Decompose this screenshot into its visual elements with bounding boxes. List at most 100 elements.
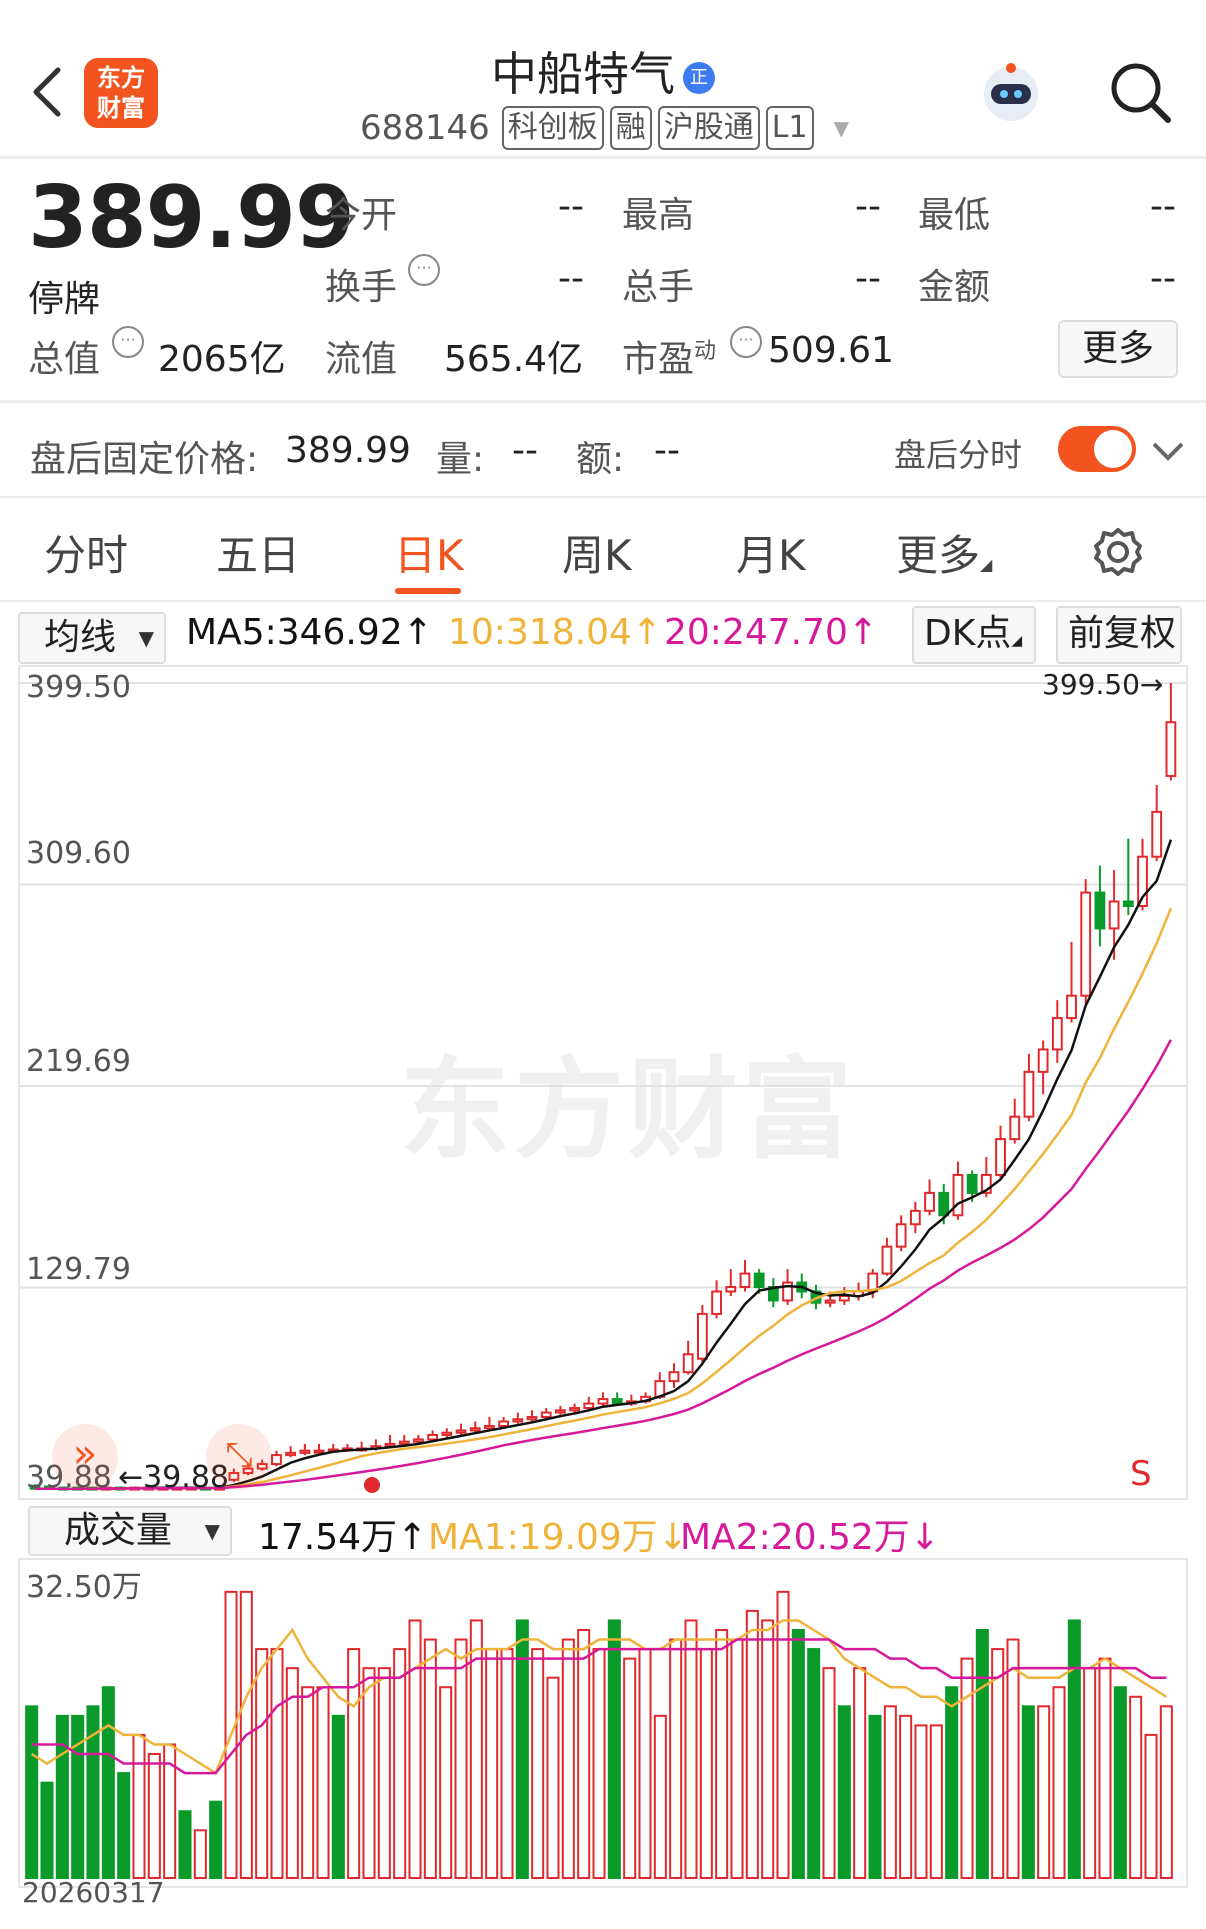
volume-bar <box>117 1772 131 1879</box>
volume-bar <box>807 1648 821 1879</box>
turnover-value: -- <box>558 258 584 299</box>
sell-signal: S <box>1130 1454 1152 1494</box>
volume-bar <box>301 1686 315 1879</box>
volume-bar <box>653 1714 667 1879</box>
y-tick-label: 399.50 <box>26 670 131 705</box>
candle-body <box>966 1173 978 1194</box>
event-dot <box>364 1477 380 1493</box>
tab-more[interactable]: 更多◢ <box>896 522 992 583</box>
total-cap-value: 2065亿 <box>158 339 286 380</box>
candle-body <box>838 1294 850 1302</box>
volume-bar <box>101 1686 115 1879</box>
more-button[interactable]: 更多 <box>1058 320 1178 378</box>
candle-body <box>583 1402 595 1410</box>
after-hours-vol-label: 量: <box>436 439 485 480</box>
tab-timeshare[interactable]: 分时 <box>44 522 128 583</box>
after-hours-toggle[interactable] <box>1058 426 1136 472</box>
candle-body <box>1165 721 1177 778</box>
volume-bar <box>592 1648 606 1879</box>
volume-bar <box>393 1648 407 1879</box>
candle-body <box>938 1191 950 1217</box>
vol-ma1-readout: MA1:19.09万↓ <box>428 1517 688 1558</box>
volume-bar <box>362 1667 376 1880</box>
chevron-down-icon[interactable] <box>1150 436 1186 466</box>
volume-bar <box>822 1667 836 1880</box>
candle-body <box>924 1191 935 1212</box>
volume-bar <box>730 1638 744 1879</box>
candle-body <box>271 1454 282 1466</box>
candle-body <box>909 1209 921 1226</box>
volume-bar <box>669 1638 683 1879</box>
tab-weekly-k[interactable]: 周K <box>562 522 632 583</box>
float-cap-value: 565.4亿 <box>444 339 584 380</box>
tab-monthly-k[interactable]: 月K <box>736 522 806 583</box>
dk-point-button[interactable]: DK点◢ <box>912 606 1036 664</box>
volume-bar <box>945 1686 959 1879</box>
dropdown-icon[interactable]: ▼ <box>834 116 849 140</box>
candle-body <box>1151 810 1163 858</box>
volume-bar <box>929 1724 943 1879</box>
volume-bar <box>975 1629 989 1879</box>
volume-bar <box>1083 1667 1097 1880</box>
turnover-label: 换手 <box>325 267 398 308</box>
volume-bar <box>776 1590 790 1879</box>
settings-gear-icon[interactable] <box>1092 526 1144 578</box>
adjust-button[interactable]: 前复权 <box>1056 606 1182 664</box>
volume-indicator-select[interactable]: 成交量 ▼ <box>28 1506 232 1556</box>
kline-chart[interactable] <box>20 667 1186 1498</box>
info-icon[interactable]: ··· <box>730 326 762 358</box>
indicator-select[interactable]: 均线 ▼ <box>18 612 166 664</box>
candle-body <box>526 1416 538 1421</box>
volume-bar <box>1098 1657 1112 1879</box>
volume-bar <box>638 1648 652 1879</box>
low-label: 最低 <box>918 195 991 236</box>
volume-bar <box>868 1714 882 1879</box>
volume-chart[interactable] <box>20 1560 1186 1886</box>
candle-body <box>1066 994 1077 1020</box>
candle-body <box>455 1429 467 1434</box>
volume-readout: 17.54万↑ <box>258 1517 428 1558</box>
after-hours-label: 盘后固定价格: <box>30 439 259 480</box>
volume-bar <box>439 1686 453 1879</box>
candle-body <box>1122 900 1134 908</box>
candle-body <box>498 1420 510 1427</box>
fast-forward-icon[interactable]: » <box>52 1424 118 1490</box>
tab-five-day[interactable]: 五日 <box>216 522 300 583</box>
info-icon[interactable]: ··· <box>112 326 144 358</box>
volume-bar <box>791 1629 805 1879</box>
robot-assistant-icon[interactable] <box>976 58 1046 128</box>
volume-bar <box>178 1810 192 1880</box>
candle-body <box>995 1138 1006 1176</box>
open-value: -- <box>558 186 584 227</box>
candle-body <box>739 1272 751 1289</box>
verified-badge: 正 <box>683 61 715 94</box>
after-hours-price: 389.99 <box>285 430 411 471</box>
ma10-readout: 10:318.04↑ <box>448 612 663 653</box>
candle-body <box>682 1353 694 1374</box>
candle-body <box>952 1173 964 1217</box>
candle-body <box>1051 1017 1063 1051</box>
volume-max-label: 32.50万 <box>26 1570 142 1605</box>
open-label: 今开 <box>325 195 398 236</box>
volume-bar <box>1052 1686 1066 1879</box>
volume-bar <box>853 1667 867 1880</box>
volume-bar <box>837 1705 851 1879</box>
search-icon[interactable] <box>1106 58 1174 126</box>
volume-bar <box>684 1619 698 1879</box>
ma20-line <box>35 1039 1173 1490</box>
volume-bar <box>485 1648 499 1879</box>
expand-icon[interactable]: ⤡ <box>206 1424 272 1490</box>
candle-body <box>1009 1115 1021 1141</box>
volume-bar <box>1113 1686 1127 1879</box>
pe-value: 509.61 <box>768 330 894 371</box>
trading-status: 停牌 <box>28 279 101 320</box>
volume-bar <box>531 1648 545 1879</box>
ma5-readout: MA5:346.92↑ <box>186 612 433 653</box>
candle-body <box>668 1371 680 1383</box>
total-hands-label: 总手 <box>622 267 695 308</box>
stock-code: 688146 <box>360 108 490 148</box>
info-icon[interactable]: ··· <box>408 254 440 286</box>
candle-body <box>711 1290 722 1315</box>
tab-daily-k[interactable]: 日K <box>394 522 464 583</box>
candle-body <box>313 1449 325 1454</box>
